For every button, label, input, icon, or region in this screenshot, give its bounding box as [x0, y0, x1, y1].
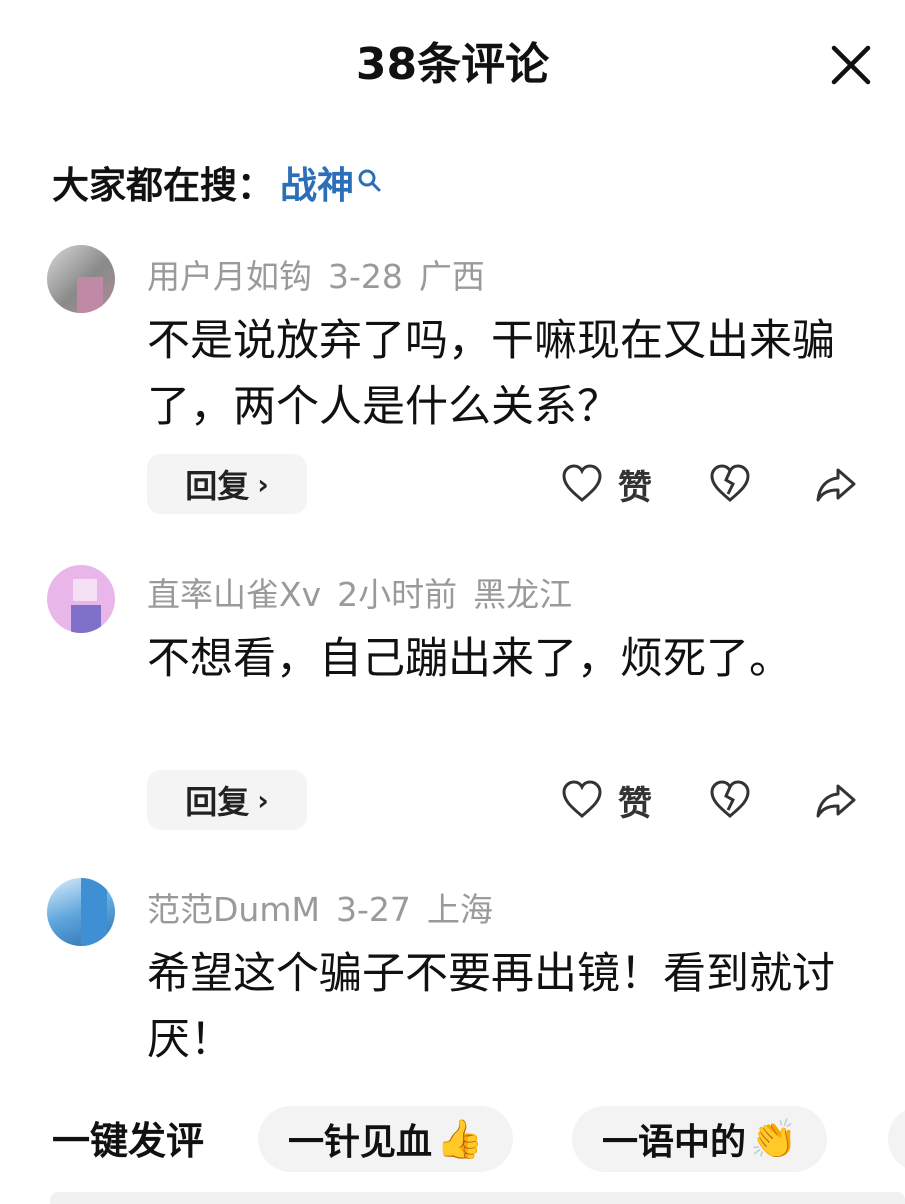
- comment-meta: 范范DumM 3-27 上海: [147, 883, 509, 931]
- avatar[interactable]: [47, 245, 115, 313]
- reply-button[interactable]: 回复 ›: [147, 770, 307, 830]
- avatar[interactable]: [47, 878, 115, 946]
- comments-header: 38条评论: [0, 0, 905, 130]
- like-button[interactable]: 赞: [560, 776, 652, 825]
- avatar[interactable]: [47, 565, 115, 633]
- comment-time: 3-27: [335, 890, 411, 929]
- comment-region: 黑龙江: [473, 575, 573, 614]
- trending-search-label: 大家都在搜：: [52, 164, 274, 207]
- comment-region: 广西: [418, 257, 485, 296]
- heart-icon: [562, 464, 602, 502]
- like-button[interactable]: 赞: [560, 460, 652, 509]
- thumbs-up-icon: 👍: [436, 1116, 484, 1161]
- share-icon[interactable]: [814, 462, 858, 506]
- comment-username[interactable]: 直率山雀Xv: [147, 575, 321, 614]
- chevron-right-icon: ›: [257, 783, 269, 817]
- comment-time: 2小时前: [337, 575, 458, 614]
- trending-search-link[interactable]: 战神: [280, 155, 354, 209]
- page-title: 38条评论: [355, 39, 550, 90]
- like-label: 赞: [618, 783, 652, 824]
- comment-actions: 赞: [560, 770, 880, 830]
- comment-text: 不是说放弃了吗，干嘛现在又出来骗了，两个人是什么关系？: [147, 316, 835, 432]
- comment-meta: 用户月如钩 3-28 广西: [147, 250, 501, 298]
- quick-comment-chip[interactable]: 一语中的 👏: [572, 1106, 828, 1172]
- quick-comment-bar: 一键发评 一针见血 👍 一语中的 👏: [0, 1098, 905, 1178]
- chevron-right-icon: ›: [257, 467, 269, 501]
- comment-username[interactable]: 范范DumM: [147, 890, 320, 929]
- comment-time: 3-28: [328, 257, 403, 296]
- comment-meta: 直率山雀Xv 2小时前 黑龙江: [147, 568, 588, 616]
- heart-icon: [562, 780, 602, 818]
- broken-heart-icon[interactable]: [708, 778, 752, 822]
- close-icon[interactable]: [828, 42, 874, 88]
- reply-button[interactable]: 回复 ›: [147, 454, 307, 514]
- comment-text: 不想看，自己蹦出来了，烦死了。: [147, 634, 792, 684]
- like-label: 赞: [618, 467, 652, 508]
- comment-text: 希望这个骗子不要再出镜！看到就讨厌！: [147, 949, 835, 1065]
- quick-comment-chip-partial[interactable]: [888, 1106, 905, 1172]
- reply-label: 回复: [185, 467, 250, 505]
- chip-text: 一语中的: [602, 1122, 747, 1163]
- comment-actions: 赞: [560, 454, 880, 514]
- reply-label: 回复: [185, 783, 250, 821]
- quick-comment-label: 一键发评: [52, 1119, 205, 1163]
- chip-text: 一针见血: [288, 1122, 433, 1163]
- comment-region: 上海: [426, 890, 493, 929]
- broken-heart-icon[interactable]: [708, 462, 752, 506]
- share-icon[interactable]: [814, 778, 858, 822]
- comment-input-bar[interactable]: [50, 1192, 905, 1204]
- search-icon[interactable]: [356, 159, 382, 192]
- comment-username[interactable]: 用户月如钩: [147, 257, 312, 296]
- clapping-hands-icon: 👏: [750, 1116, 798, 1161]
- quick-comment-chip[interactable]: 一针见血 👍: [258, 1106, 514, 1172]
- trending-search: 大家都在搜： 战神: [52, 152, 382, 212]
